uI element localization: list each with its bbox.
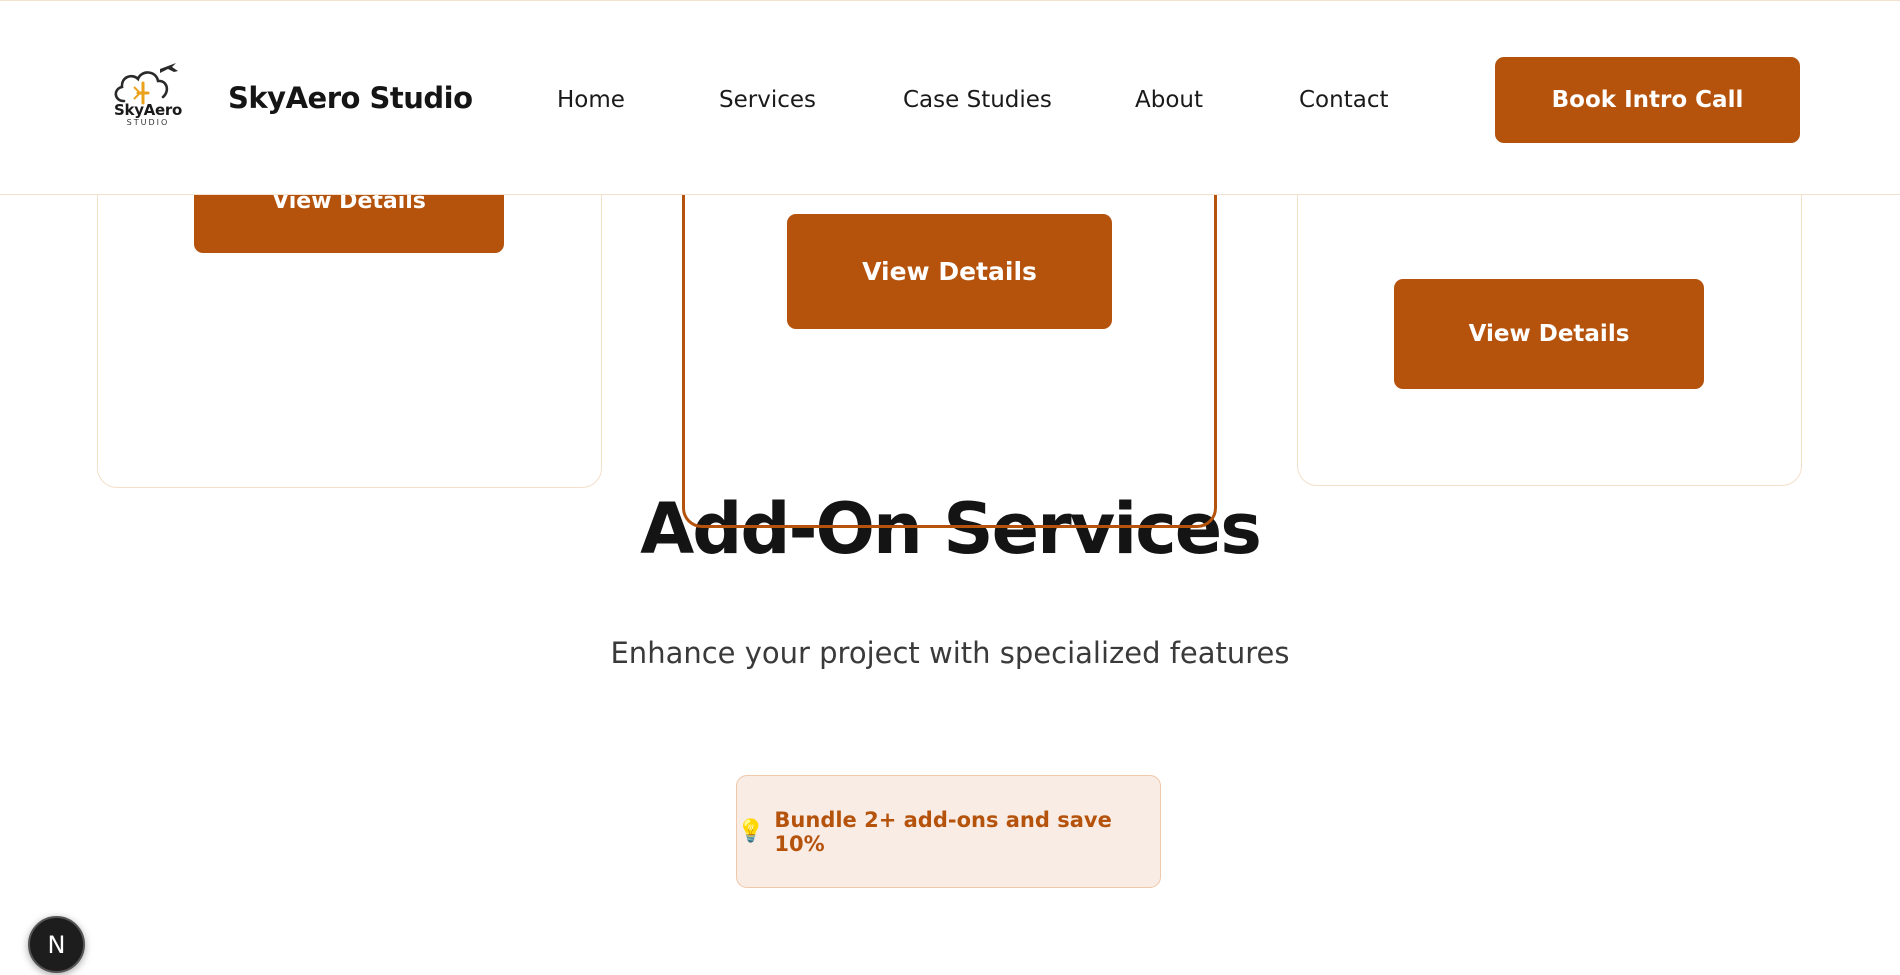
nav-services[interactable]: Services <box>719 87 816 113</box>
view-details-button-right[interactable]: View Details <box>1394 279 1704 389</box>
view-details-button-featured[interactable]: View Details <box>787 214 1112 329</box>
next-dev-badge[interactable]: N <box>28 916 85 973</box>
bundle-offer-banner: 💡 Bundle 2+ add-ons and save 10% <box>736 775 1161 888</box>
logo-wordmark: SkyAero <box>114 101 182 119</box>
logo-subtitle: STUDIO <box>126 118 170 127</box>
book-intro-call-button[interactable]: Book Intro Call <box>1495 57 1800 143</box>
nav-about[interactable]: About <box>1135 87 1203 113</box>
brand-name[interactable]: SkyAero Studio <box>228 81 473 115</box>
nav-contact[interactable]: Contact <box>1299 87 1388 113</box>
lightbulb-icon: 💡 <box>737 819 765 844</box>
nav-home[interactable]: Home <box>557 87 625 113</box>
page: View Details View Details View Details A… <box>0 0 1900 975</box>
bundle-offer-text: Bundle 2+ add-ons and save 10% <box>774 807 1112 856</box>
nav-case-studies[interactable]: Case Studies <box>903 87 1052 113</box>
site-header: SkyAero STUDIO SkyAero Studio Home Servi… <box>0 0 1900 195</box>
addons-subtitle: Enhance your project with specialized fe… <box>610 636 1290 670</box>
